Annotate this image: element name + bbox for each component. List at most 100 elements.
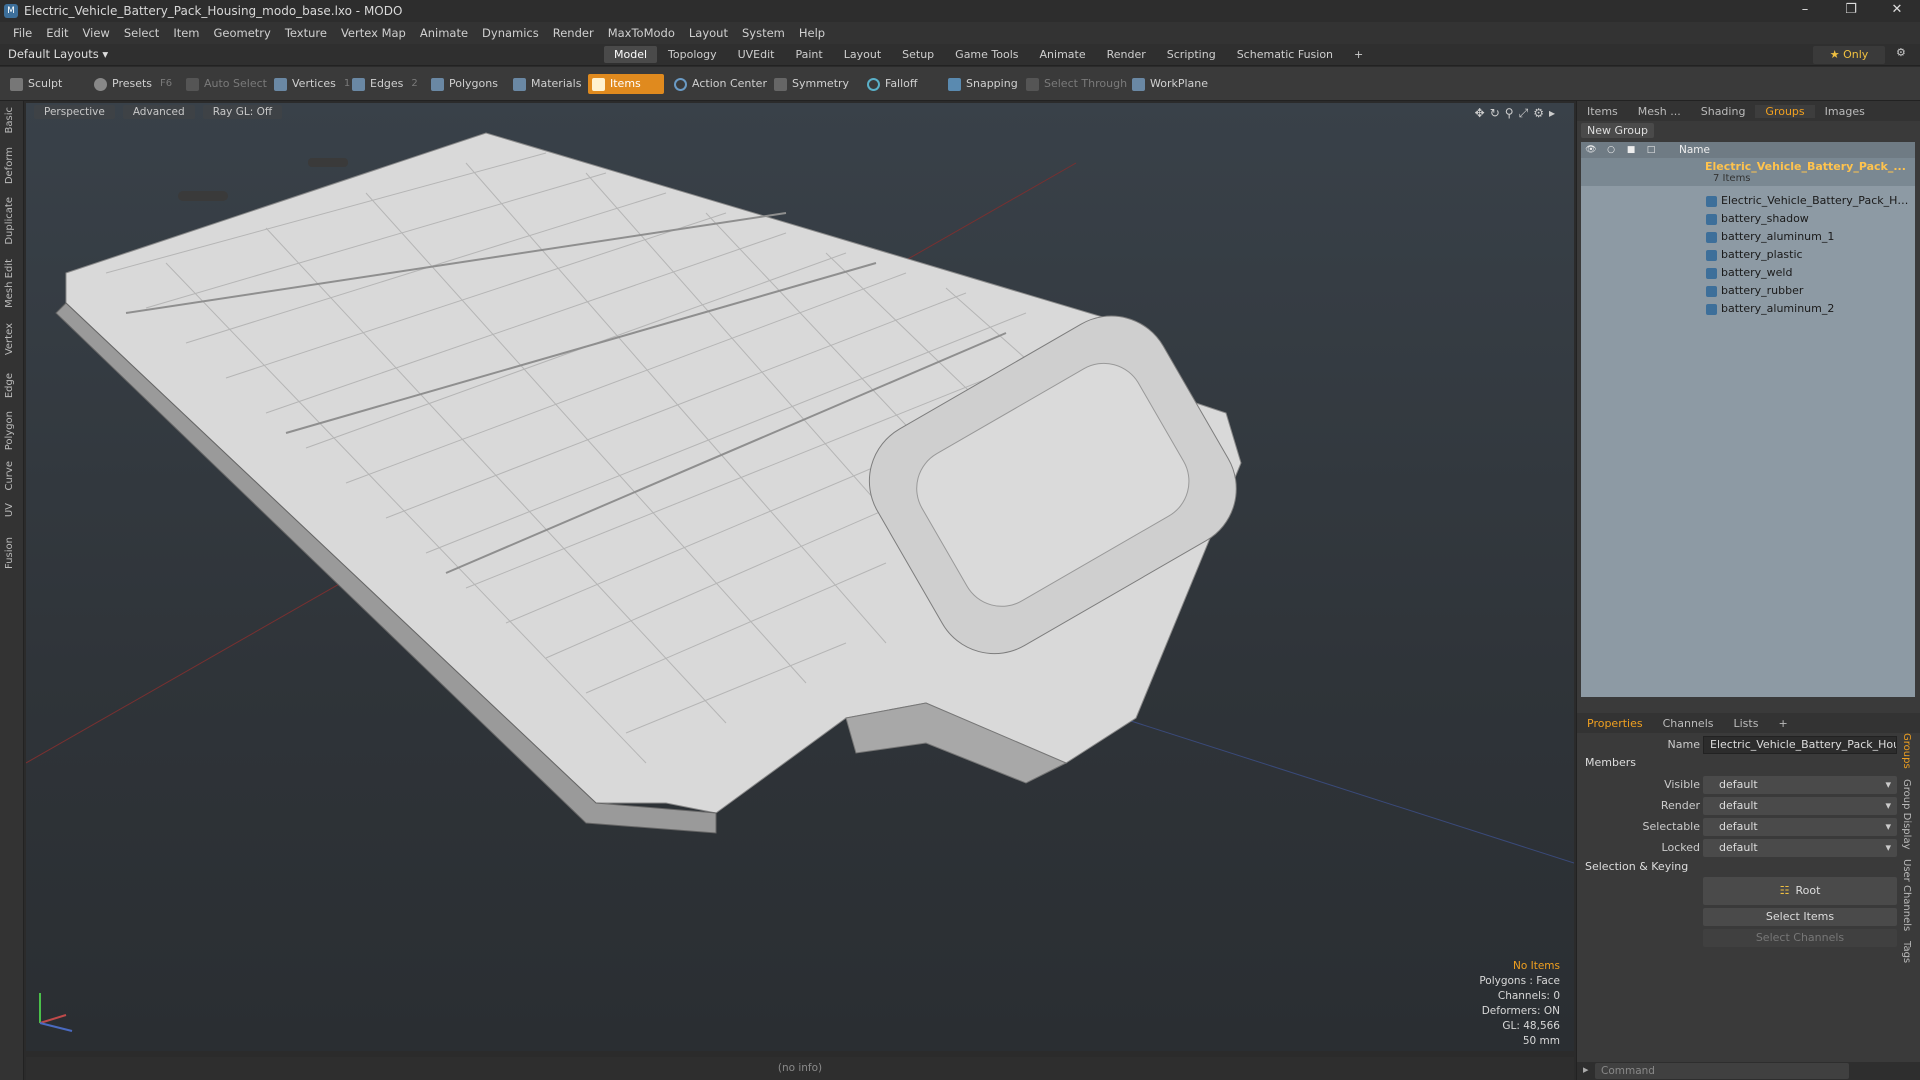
advanced-dropdown[interactable]: Advanced — [122, 105, 195, 119]
minimize-icon[interactable]: – — [1782, 0, 1828, 22]
menu-texture[interactable]: Texture — [278, 26, 334, 40]
menu-file[interactable]: File — [6, 26, 39, 40]
viewport-gear-icon[interactable]: ⚙ — [1533, 106, 1549, 120]
tab-mesh[interactable]: Mesh ... — [1628, 105, 1691, 118]
vtab-duplicate[interactable]: Duplicate — [4, 197, 15, 245]
tab-uvedit[interactable]: UVEdit — [728, 46, 785, 63]
tab-topology[interactable]: Topology — [658, 46, 727, 63]
action-center-button[interactable]: Action Center — [670, 74, 773, 94]
side-tab-group-display[interactable]: Group Display — [1901, 779, 1912, 849]
vertices-button[interactable]: Vertices 1 — [270, 74, 356, 94]
raygl-toggle[interactable]: Ray GL: Off — [202, 105, 283, 119]
select-items-button[interactable]: Select Items — [1703, 908, 1897, 926]
list-item[interactable]: battery_rubber — [1581, 282, 1915, 300]
vtab-mesh-edit[interactable]: Mesh Edit — [4, 259, 15, 308]
vtab-curve[interactable]: Curve — [4, 461, 15, 491]
auto-select-button[interactable]: Auto Select — [182, 74, 273, 94]
tab-render[interactable]: Render — [1097, 46, 1156, 63]
menu-dynamics[interactable]: Dynamics — [475, 26, 546, 40]
select-col-icon[interactable]: □ — [1641, 142, 1661, 158]
menu-vertex-map[interactable]: Vertex Map — [334, 26, 413, 40]
restore-icon[interactable]: ❐ — [1828, 0, 1874, 22]
zoom-icon[interactable]: ⚲ — [1505, 106, 1519, 120]
maximize-icon[interactable]: ⤢ — [1519, 106, 1534, 120]
items-button[interactable]: Items — [588, 74, 664, 94]
vtab-fusion[interactable]: Fusion — [4, 537, 15, 569]
menu-item[interactable]: Item — [166, 26, 206, 40]
command-input[interactable]: Command — [1595, 1063, 1849, 1079]
close-icon[interactable]: ✕ — [1874, 0, 1920, 22]
tab-schematic-fusion[interactable]: Schematic Fusion — [1227, 46, 1343, 63]
render-col-icon[interactable]: ○ — [1601, 142, 1621, 158]
menu-layout[interactable]: Layout — [682, 26, 735, 40]
3d-viewport[interactable]: Perspective Advanced Ray GL: Off ✥↻⚲⤢⚙▸ … — [26, 103, 1574, 1051]
gear-icon[interactable]: ⚙ — [1896, 46, 1906, 59]
selectable-dropdown[interactable]: default — [1703, 818, 1897, 836]
side-tab-tags[interactable]: Tags — [1901, 941, 1912, 963]
new-group-button[interactable]: New Group — [1581, 123, 1654, 138]
menu-system[interactable]: System — [735, 26, 792, 40]
expand-arrow-icon[interactable]: ▸ — [1549, 106, 1560, 120]
menu-maxtomodo[interactable]: MaxToModo — [601, 26, 682, 40]
locked-dropdown[interactable]: default — [1703, 839, 1897, 857]
side-tab-groups[interactable]: Groups — [1901, 733, 1912, 769]
menu-render[interactable]: Render — [546, 26, 601, 40]
list-item[interactable]: Electric_Vehicle_Battery_Pack_Housi... — [1581, 192, 1915, 210]
rotate-icon[interactable]: ↻ — [1490, 106, 1505, 120]
add-tab-button[interactable]: + — [1344, 46, 1373, 63]
selection-keying-section-header[interactable]: Selection & Keying — [1585, 860, 1688, 873]
snapping-button[interactable]: Snapping — [944, 74, 1024, 94]
group-row[interactable]: Electric_Vehicle_Battery_Pack_... 7 Item… — [1581, 158, 1915, 186]
menu-select[interactable]: Select — [117, 26, 166, 40]
tab-items[interactable]: Items — [1577, 105, 1628, 118]
name-field[interactable]: Electric_Vehicle_Battery_Pack_Housing — [1703, 736, 1897, 754]
root-button[interactable]: ☷ Root — [1703, 877, 1897, 905]
vtab-uv[interactable]: UV — [4, 503, 15, 517]
menu-animate[interactable]: Animate — [413, 26, 475, 40]
tab-lists[interactable]: Lists — [1724, 717, 1769, 730]
perspective-dropdown[interactable]: Perspective — [34, 105, 115, 119]
tab-groups[interactable]: Groups — [1755, 104, 1815, 118]
pan-icon[interactable]: ✥ — [1475, 106, 1490, 120]
vtab-edge[interactable]: Edge — [4, 373, 15, 398]
vtab-vertex[interactable]: Vertex — [4, 323, 15, 355]
list-item[interactable]: battery_aluminum_2 — [1581, 300, 1915, 318]
vtab-polygon[interactable]: Polygon — [4, 411, 15, 450]
menu-help[interactable]: Help — [792, 26, 832, 40]
tab-scripting[interactable]: Scripting — [1157, 46, 1226, 63]
tab-properties[interactable]: Properties — [1577, 717, 1653, 730]
default-layouts-dropdown[interactable]: Default Layouts ▾ — [8, 47, 108, 61]
list-item[interactable]: battery_weld — [1581, 264, 1915, 282]
members-section-header[interactable]: Members — [1585, 756, 1636, 769]
tab-paint[interactable]: Paint — [786, 46, 833, 63]
symmetry-button[interactable]: Symmetry — [770, 74, 855, 94]
menu-view[interactable]: View — [76, 26, 117, 40]
list-item[interactable]: battery_shadow — [1581, 210, 1915, 228]
edges-button[interactable]: Edges 2 — [348, 74, 424, 94]
tab-setup[interactable]: Setup — [892, 46, 944, 63]
menu-geometry[interactable]: Geometry — [207, 26, 278, 40]
materials-button[interactable]: Materials — [509, 74, 587, 94]
tab-game-tools[interactable]: Game Tools — [945, 46, 1028, 63]
lock-col-icon[interactable]: ■ — [1621, 142, 1641, 158]
vtab-basic[interactable]: Basic — [4, 107, 15, 133]
sculpt-button[interactable]: Sculpt — [6, 74, 68, 94]
tab-layout[interactable]: Layout — [834, 46, 891, 63]
render-dropdown[interactable]: default — [1703, 797, 1897, 815]
presets-button[interactable]: Presets F6 — [90, 74, 178, 94]
falloff-button[interactable]: Falloff — [863, 74, 923, 94]
visible-dropdown[interactable]: default — [1703, 776, 1897, 794]
tab-model[interactable]: Model — [604, 46, 658, 63]
select-through-button[interactable]: Select Through — [1022, 74, 1133, 94]
list-item[interactable]: battery_aluminum_1 — [1581, 228, 1915, 246]
only-toggle-button[interactable]: ★ Only — [1813, 46, 1885, 64]
side-tab-user-channels[interactable]: User Channels — [1901, 859, 1912, 931]
polygons-button[interactable]: Polygons — [427, 74, 504, 94]
add-properties-tab-button[interactable]: + — [1768, 717, 1797, 730]
workplane-button[interactable]: WorkPlane — [1128, 74, 1214, 94]
tab-animate[interactable]: Animate — [1030, 46, 1096, 63]
tab-channels[interactable]: Channels — [1653, 717, 1724, 730]
vtab-deform[interactable]: Deform — [4, 147, 15, 184]
tab-images[interactable]: Images — [1815, 105, 1875, 118]
tab-shading[interactable]: Shading — [1691, 105, 1756, 118]
